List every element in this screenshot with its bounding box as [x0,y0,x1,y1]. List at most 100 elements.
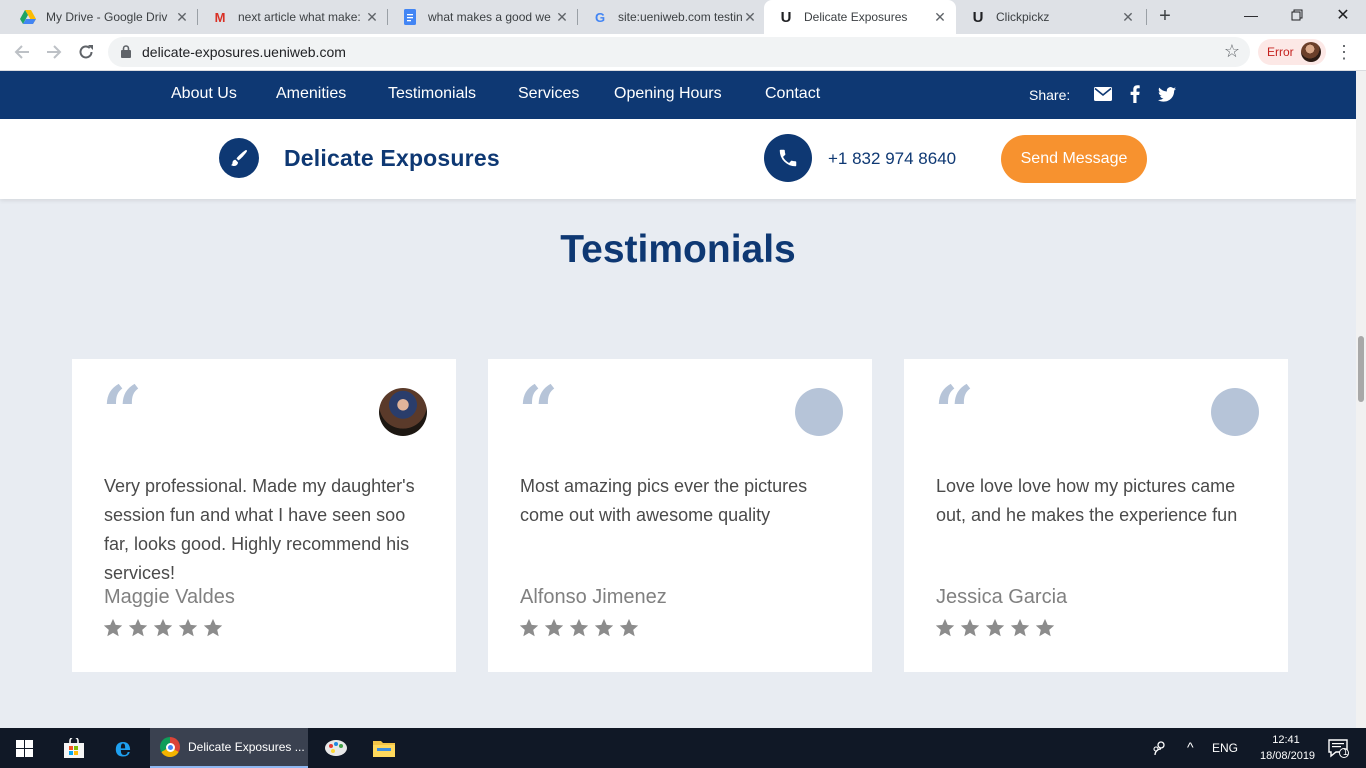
taskbar: e Delicate Exposures ... ^ ENG 12:41 18/… [0,728,1366,768]
google-drive-icon [20,9,36,25]
tab-delicate-exposures[interactable]: U Delicate Exposures ✕ [764,0,956,34]
close-icon[interactable]: ✕ [1120,9,1136,25]
close-icon[interactable]: ✕ [742,9,758,25]
taskbar-clock[interactable]: 12:41 18/08/2019 [1260,732,1316,764]
reload-icon[interactable] [74,40,98,64]
send-message-button[interactable]: Send Message [1001,135,1147,183]
star-icon [519,618,539,637]
reviewer-name: Alfonso Jimenez [520,586,667,608]
quote-icon: “ [518,377,559,427]
tab-title: Delicate Exposures [804,10,908,24]
windows-start-icon[interactable] [0,728,48,768]
ueni-icon: U [780,8,792,26]
close-icon[interactable]: ✕ [554,9,570,25]
star-icon [178,618,198,637]
notification-count: 1 [1343,747,1349,757]
tab-gmail[interactable]: M next article what make: ✕ [198,0,388,34]
share-label: Share: [1029,87,1071,103]
star-icon [1035,618,1055,637]
phone-icon[interactable] [764,134,812,182]
tab-title: next article what make: [238,10,361,24]
scrollbar-thumb[interactable] [1358,336,1364,402]
tab-google-docs[interactable]: what makes a good we ✕ [388,0,578,34]
close-window-icon[interactable]: ✕ [1320,0,1366,30]
avatar [379,388,427,436]
testimonial-text: Most amazing pics ever the pictures come… [520,476,808,525]
forward-icon[interactable] [42,40,66,64]
nav-about-us[interactable]: About Us [171,85,237,103]
avatar [795,388,843,436]
tab-strip: My Drive - Google Driv ✕ M next article … [0,0,1366,34]
phone-number[interactable]: +1 832 974 8640 [828,149,956,169]
tab-title: My Drive - Google Driv [46,10,168,24]
testimonial-text: Very professional. Made my daughter's se… [104,476,415,583]
google-docs-icon [402,9,418,25]
lock-icon [121,45,131,63]
file-explorer-icon[interactable] [362,728,406,768]
twitter-icon[interactable] [1156,84,1178,104]
testimonial-text: Love love love how my pictures came out,… [936,476,1238,525]
star-icon [935,618,955,637]
taskbar-window-title: Delicate Exposures ... [188,740,305,754]
minimize-icon[interactable]: — [1228,0,1274,30]
email-icon[interactable] [1092,84,1114,104]
site-navbar: About Us Amenities Testimonials Services… [0,71,1356,119]
tab-google-search[interactable]: G site:ueniweb.com testin ✕ [578,0,766,34]
nav-services[interactable]: Services [518,85,579,103]
testimonial-card: “ Very professional. Made my daughter's … [72,359,456,672]
clock-time: 12:41 [1272,734,1300,746]
avatar [1301,42,1321,62]
close-icon[interactable]: ✕ [364,9,380,25]
star-rating [934,617,1056,639]
star-icon [619,618,639,637]
section-title: Testimonials [560,228,796,271]
star-rating [518,617,640,639]
chevron-up-icon[interactable]: ^ [1187,739,1194,755]
quote-icon: “ [934,377,975,427]
bookmark-star-icon[interactable]: ☆ [1224,41,1240,62]
profile-error-button[interactable]: Error [1258,39,1326,65]
quote-icon: “ [102,377,143,427]
brand-name[interactable]: Delicate Exposures [284,145,500,172]
store-icon[interactable] [52,728,96,768]
star-icon [128,618,148,637]
site-header: Delicate Exposures +1 832 974 8640 Send … [0,119,1356,199]
address-bar[interactable]: delicate-exposures.ueniweb.com ☆ [108,37,1250,67]
nav-testimonials[interactable]: Testimonials [388,85,476,103]
gmail-icon: M [214,9,226,25]
nav-amenities[interactable]: Amenities [276,85,346,103]
facebook-icon[interactable] [1124,84,1146,104]
star-icon [569,618,589,637]
nav-opening-hours[interactable]: Opening Hours [614,85,722,103]
tab-clickpickz[interactable]: U Clickpickz ✕ [956,0,1144,34]
url-text: delicate-exposures.ueniweb.com [142,44,346,60]
testimonial-card: “ Most amazing pics ever the pictures co… [488,359,872,672]
star-icon [203,618,223,637]
taskbar-chrome-window[interactable]: Delicate Exposures ... [150,728,308,768]
notifications-icon[interactable]: 1 [1318,728,1358,768]
language-indicator[interactable]: ENG [1212,741,1238,755]
restore-icon[interactable] [1274,0,1320,30]
tab-google-drive[interactable]: My Drive - Google Driv ✕ [6,0,198,34]
tab-title: Clickpickz [996,10,1050,24]
close-icon[interactable]: ✕ [174,9,190,25]
brush-logo-icon[interactable] [219,138,259,178]
tab-title: what makes a good we [428,10,551,24]
clock-date: 18/08/2019 [1260,750,1316,762]
nav-contact[interactable]: Contact [765,85,820,103]
close-icon[interactable]: ✕ [932,9,948,25]
internet-explorer-icon[interactable]: e [100,728,146,768]
star-icon [985,618,1005,637]
new-tab-button[interactable]: + [1154,6,1176,28]
ueni-icon: U [972,8,984,26]
back-icon[interactable] [10,40,34,64]
people-icon[interactable] [1152,740,1168,759]
reviewer-name: Jessica Garcia [936,586,1068,608]
chrome-icon [160,737,180,757]
profile-status: Error [1267,45,1294,59]
page-scrollbar[interactable] [1356,71,1366,728]
star-icon [1010,618,1030,637]
browser-toolbar: delicate-exposures.ueniweb.com ☆ Error ⋮ [0,34,1366,71]
paint-icon[interactable] [314,728,358,768]
more-menu-icon[interactable]: ⋮ [1334,40,1354,64]
